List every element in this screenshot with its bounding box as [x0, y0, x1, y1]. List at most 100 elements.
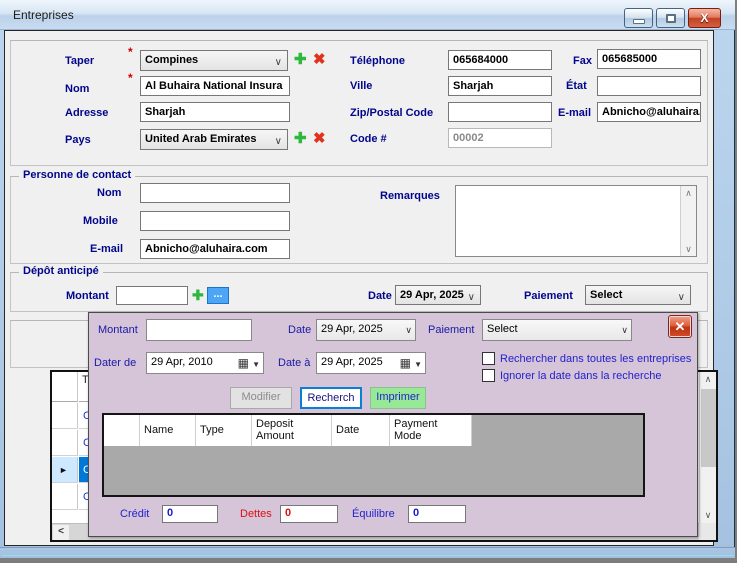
contact-nom-label: Nom	[97, 187, 121, 199]
results-header-name[interactable]: Name	[140, 415, 196, 446]
dropdown-arrow-icon: ▼	[252, 360, 260, 369]
adresse-label: Adresse	[65, 107, 108, 119]
dialog-date-a-picker[interactable]: 29 Apr, 2025▦▼	[316, 352, 426, 374]
taper-dropdown[interactable]: Compines∨	[140, 50, 288, 71]
deposit-date-dropdown[interactable]: 29 Apr, 2025∨	[395, 285, 481, 305]
ville-field[interactable]: Sharjah	[448, 76, 552, 96]
window-title: Entreprises	[13, 8, 74, 22]
nom-field[interactable]: Al Buhaira National Insura	[140, 76, 290, 96]
chevron-down-icon: ∨	[275, 134, 282, 149]
ignore-date-checkbox[interactable]	[482, 369, 495, 382]
dialog-date-a-label: Date à	[278, 357, 310, 369]
chevron-down-icon: ∨	[621, 325, 628, 336]
dialog-dater-de-label: Dater de	[94, 357, 136, 369]
calendar-icon: ▦	[400, 356, 411, 370]
results-header-type[interactable]: Type	[196, 415, 252, 446]
frame-highlight	[2, 555, 733, 556]
add-country-icon[interactable]: ✚	[294, 131, 307, 146]
results-header-payment-mode[interactable]: Payment Mode	[390, 415, 472, 446]
nom-label: Nom	[65, 83, 89, 95]
taper-required-mark: *	[128, 45, 133, 59]
remarques-textarea[interactable]	[455, 185, 697, 257]
scroll-up-icon[interactable]: ∧	[700, 372, 716, 387]
credit-field[interactable]: 0	[162, 505, 218, 523]
zip-field[interactable]	[448, 102, 552, 122]
recherch-button[interactable]: Recherch	[300, 387, 362, 409]
etat-label: État	[566, 80, 587, 92]
grid-row-header[interactable]	[52, 430, 78, 456]
etat-field[interactable]	[597, 76, 701, 96]
delete-type-icon[interactable]: ✖	[313, 52, 326, 67]
code-field: 00002	[448, 128, 552, 148]
dettes-field[interactable]: 0	[280, 505, 338, 523]
nom-required-mark: *	[128, 71, 133, 85]
grid-selected-row-arrow[interactable]: ►	[52, 457, 78, 483]
pays-label: Pays	[65, 134, 91, 146]
adresse-field[interactable]: Sharjah	[140, 102, 290, 122]
telephone-field[interactable]: 065684000	[448, 50, 552, 70]
deposit-montant-field[interactable]	[116, 286, 188, 305]
zip-label: Zip/Postal Code	[350, 107, 433, 119]
scroll-down-icon[interactable]: ∨	[681, 242, 696, 256]
fax-field[interactable]: 065685000	[597, 49, 701, 69]
results-header-deposit-amount[interactable]: Deposit Amount	[252, 415, 332, 446]
contact-mobile-label: Mobile	[83, 215, 118, 227]
remarques-scrollbar[interactable]: ∧ ∨	[680, 186, 696, 256]
dialog-date-label: Date	[288, 324, 311, 336]
deposit-browse-button[interactable]: ...	[207, 287, 229, 304]
equilibre-label: Équilibre	[352, 508, 395, 520]
grid-vscroll-thumb[interactable]	[701, 389, 716, 467]
minimize-button[interactable]	[624, 8, 653, 28]
grid-row-header[interactable]	[52, 484, 78, 510]
remarques-label: Remarques	[380, 190, 440, 202]
delete-country-icon[interactable]: ✖	[313, 131, 326, 146]
dialog-montant-field[interactable]	[146, 319, 252, 341]
close-icon: X	[700, 11, 708, 25]
close-button[interactable]: X	[688, 8, 721, 28]
code-label: Code #	[350, 133, 387, 145]
contact-mobile-field[interactable]	[140, 211, 290, 231]
email-field[interactable]: Abnicho@aluhaira.com	[597, 102, 701, 122]
dialog-paiement-dropdown[interactable]: Select∨	[482, 319, 632, 341]
deposit-date-label: Date	[368, 290, 392, 302]
ignore-date-checkbox-label[interactable]: Ignorer la date dans la recherche	[500, 370, 661, 382]
credit-label: Crédit	[120, 508, 149, 520]
grid-scroll-corner	[699, 523, 716, 540]
chevron-down-icon: ∨	[405, 325, 412, 336]
contact-nom-field[interactable]	[140, 183, 290, 203]
dettes-label: Dettes	[240, 508, 272, 520]
dialog-paiement-label: Paiement	[428, 324, 474, 336]
deposit-paiement-dropdown[interactable]: Select∨	[585, 285, 691, 305]
dialog-dater-de-picker[interactable]: 29 Apr, 2010▦▼	[146, 352, 264, 374]
chevron-down-icon: ∨	[275, 55, 282, 70]
add-type-icon[interactable]: ✚	[294, 52, 307, 67]
taper-label: Taper	[65, 55, 94, 67]
chevron-down-icon: ∨	[678, 290, 685, 305]
search-all-checkbox[interactable]	[482, 352, 495, 365]
dialog-close-button[interactable]: ✕	[668, 315, 692, 338]
results-header-date[interactable]: Date	[332, 415, 390, 446]
chevron-down-icon: ∨	[468, 290, 475, 305]
deposit-montant-label: Montant	[66, 290, 109, 302]
dialog-montant-label: Montant	[98, 324, 138, 336]
deposit-add-icon[interactable]: ✚	[192, 288, 204, 303]
fax-label: Fax	[573, 55, 592, 67]
contact-group-title: Personne de contact	[19, 169, 135, 181]
contact-email-field[interactable]: Abnicho@aluhaira.com	[140, 239, 290, 259]
telephone-label: Téléphone	[350, 55, 405, 67]
scroll-down-icon[interactable]: ∨	[700, 508, 716, 523]
equilibre-field[interactable]: 0	[408, 505, 466, 523]
scroll-left-icon[interactable]: <	[53, 525, 69, 540]
dialog-date-dropdown[interactable]: 29 Apr, 2025∨	[316, 319, 416, 341]
restore-button[interactable]	[656, 8, 685, 28]
grid-vscrollbar[interactable]: ∧ ∨	[699, 372, 716, 523]
pays-dropdown[interactable]: United Arab Emirates∨	[140, 129, 288, 150]
restore-icon	[666, 14, 676, 23]
grid-row-header[interactable]	[52, 403, 78, 429]
minimize-icon	[633, 19, 645, 24]
imprimer-button[interactable]: Imprimer	[370, 387, 426, 409]
modifier-button[interactable]: Modifier	[230, 387, 292, 409]
window-frame-bottom	[0, 547, 735, 558]
scroll-up-icon[interactable]: ∧	[681, 186, 696, 200]
search-all-checkbox-label[interactable]: Rechercher dans toutes les entreprises	[500, 353, 691, 365]
